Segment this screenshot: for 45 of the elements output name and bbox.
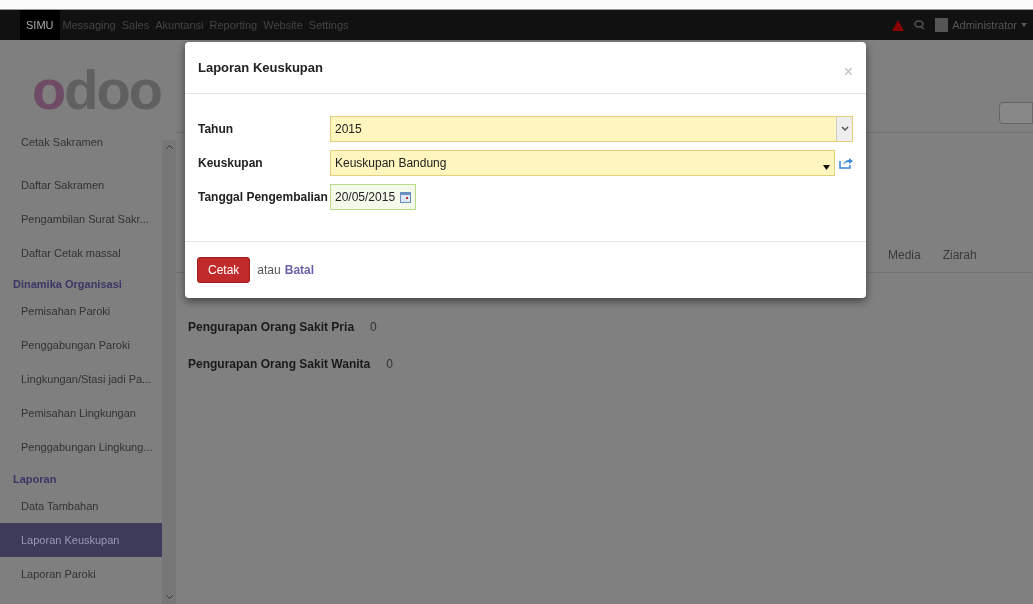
dialog-title: Laporan Keuskupan [198,58,324,77]
sidebar-item[interactable]: Laporan Paroki [0,557,162,591]
dropdown-icon [836,117,852,141]
diocese-field[interactable]: Keuskupan Bandung [330,150,835,176]
sidebar-item[interactable]: Laporan Keuskupan [0,523,162,557]
sidebar-item[interactable]: Penggabungan Paroki [0,328,162,363]
sidebar-item[interactable]: Daftar Cetak massal [0,236,162,270]
sidebar-item[interactable]: Penggabungan Lingkung... [0,430,162,465]
warning-icon[interactable] [892,19,905,31]
menu-section-heading: Laporan [12,471,58,487]
view-switcher[interactable] [999,102,1033,124]
field-value: 0 [370,319,377,336]
field-label: Keuskupan [198,155,264,172]
chat-icon[interactable] [914,20,926,30]
sidebar-item[interactable]: Pemisahan Lingkungan [0,396,162,431]
sidebar-item[interactable]: Lingkungan/Stasi jadi Pa... [0,362,162,397]
sidebar-item[interactable]: Daftar Sakramen [0,168,162,202]
sidebar-item[interactable]: Pemisahan Paroki [0,294,162,329]
field-value: 0 [386,356,393,373]
scroll-up-icon[interactable] [165,144,173,149]
sidebar-item[interactable]: Cetak Sakramen [0,134,162,168]
field-label: Tahun [198,121,235,138]
scrollbar[interactable] [162,140,176,604]
sidebar-item[interactable]: Pengambilan Surat Sakr... [0,202,162,236]
sidebar-item[interactable]: Data Tambahan [0,489,162,523]
dropdown-icon [823,164,830,170]
separator-text: atau [257,262,281,279]
form-tab[interactable]: Ziarah [942,245,977,264]
app-menu-item[interactable]: SIMU [20,9,60,41]
field-label: Pengurapan Orang Sakit Wanita [188,356,371,373]
avatar-icon [935,18,949,32]
field-label: Pengurapan Orang Sakit Pria [188,319,355,336]
user-menu[interactable]: Administrator [952,16,1027,34]
field-label: Tanggal Pengembalian [198,189,329,206]
close-button[interactable]: × [843,59,853,84]
external-link-icon[interactable] [839,157,853,169]
print-button[interactable]: Cetak [197,257,251,283]
date-field[interactable]: 20/05/2015 [330,184,416,210]
caret-icon [1021,23,1027,27]
scroll-down-icon[interactable] [165,595,173,600]
year-select[interactable]: 2015 [330,116,853,142]
menu-section-heading: Dinamika Organisasi [12,277,123,292]
calendar-icon[interactable] [400,191,411,203]
cancel-link[interactable]: Batal [284,261,315,279]
form-tab[interactable]: Media [888,245,921,264]
